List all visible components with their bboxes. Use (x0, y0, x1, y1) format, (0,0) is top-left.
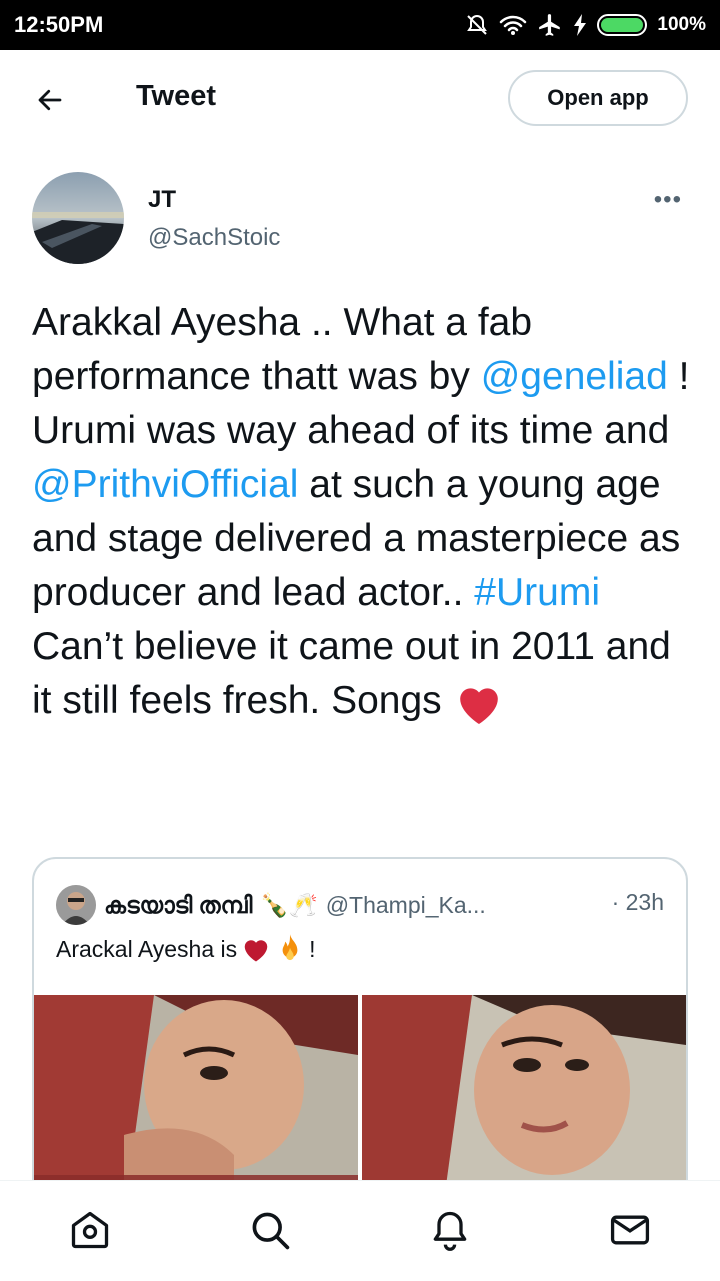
quoted-tweet-text: Arackal Ayesha is ! (56, 933, 316, 965)
red-heart-emoji-icon (244, 940, 268, 962)
battery-icon (597, 14, 648, 36)
header: Tweet Open app (0, 50, 720, 148)
home-icon (71, 1211, 109, 1249)
battery-percent: 100% (657, 14, 706, 35)
quoted-timestamp: · 23h (611, 889, 664, 915)
airplane-icon (539, 14, 561, 36)
page-title: Tweet (136, 80, 217, 112)
quoted-text-part: Arackal Ayesha is (56, 935, 238, 962)
status-time: 12:50PM (14, 12, 104, 37)
nav-search-button[interactable] (245, 1205, 295, 1255)
tweet-author: JT @SachStoic ••• (32, 172, 688, 268)
back-button[interactable] (30, 80, 70, 120)
quoted-avatar (56, 885, 96, 925)
search-icon (252, 1212, 290, 1250)
hashtag-link[interactable]: #Urumi (474, 571, 600, 614)
mail-icon (610, 1215, 650, 1245)
nav-messages-button[interactable] (605, 1205, 655, 1255)
bell-icon (433, 1211, 467, 1251)
heart-emoji-icon (459, 688, 498, 724)
status-icons: 100% (465, 12, 706, 38)
fire-emoji-icon (282, 934, 298, 961)
nav-home-button[interactable] (65, 1205, 115, 1255)
mention-link[interactable]: @geneliad (481, 355, 668, 398)
more-options-button[interactable]: ••• (654, 186, 682, 214)
quoted-name-emojis: 🍾🥂 (260, 891, 318, 918)
tweet-text: Arakkal Ayesha .. What a fab performance… (32, 296, 692, 728)
nav-notifications-button[interactable] (425, 1205, 475, 1255)
quoted-author-name: കടയാടി തമ്പി (104, 891, 253, 918)
status-bar: 12:50PM 100% (0, 0, 720, 50)
author-name[interactable]: JT (148, 186, 176, 214)
avatar[interactable] (32, 172, 124, 264)
mute-icon (467, 14, 488, 35)
quoted-tweet[interactable]: കടയാടി തമ്പി 🍾🥂 @Thampi_Ka... · 23h Arac… (32, 857, 688, 1217)
quoted-author-handle: @Thampi_Ka... (325, 891, 486, 918)
bottom-navigation (0, 1180, 720, 1281)
open-app-button[interactable]: Open app (508, 70, 688, 126)
quoted-tweet-header: കടയാടി തമ്പി 🍾🥂 @Thampi_Ka... (56, 885, 486, 925)
author-handle[interactable]: @SachStoic (148, 224, 280, 252)
mention-link[interactable]: @PrithviOfficial (32, 463, 298, 506)
tweet-text-part: Arakkal Ayesha .. What a fab performance… (32, 301, 543, 398)
wifi-icon (500, 15, 527, 35)
charging-icon (574, 14, 587, 36)
quoted-text-part: ! (309, 935, 316, 962)
arrow-left-icon (38, 89, 62, 111)
